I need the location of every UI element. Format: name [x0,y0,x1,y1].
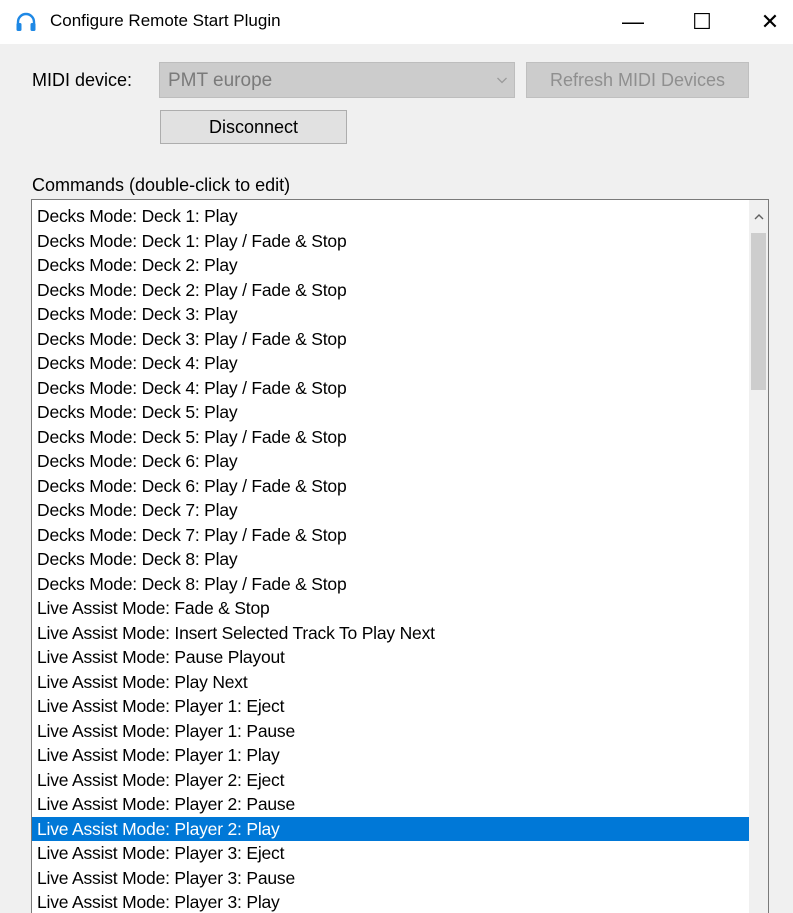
list-item[interactable]: Decks Mode: Deck 3: Play / Fade & Stop [32,327,750,352]
list-item[interactable]: Decks Mode: Deck 4: Play [32,351,750,376]
list-item[interactable]: Decks Mode: Deck 6: Play / Fade & Stop [32,474,750,499]
midi-device-label: MIDI device: [32,70,133,90]
scroll-thumb[interactable] [751,233,766,390]
close-button[interactable]: ✕ [740,0,793,44]
disconnect-button[interactable]: Disconnect [160,110,347,144]
maximize-button[interactable]: ☐ [672,0,732,44]
list-item[interactable]: Decks Mode: Deck 2: Play [32,253,750,278]
headphones-icon [16,12,36,31]
list-item[interactable]: Live Assist Mode: Player 2: Eject [32,768,750,793]
list-item[interactable]: Live Assist Mode: Player 3: Eject [32,841,750,866]
list-item[interactable]: Decks Mode: Deck 1: Play / Fade & Stop [32,229,750,254]
list-item[interactable]: Live Assist Mode: Player 1: Play [32,743,750,768]
list-item[interactable]: Live Assist Mode: Play Next [32,670,750,695]
list-item[interactable]: Live Assist Mode: Player 2: Play [32,816,750,841]
list-item[interactable]: Decks Mode: Deck 4: Play / Fade & Stop [32,376,750,401]
list-item[interactable]: Live Assist Mode: Player 3: Play [32,890,750,913]
maximize-icon: ☐ [692,9,712,34]
midi-device-value: PMT europe [168,70,273,91]
list-item[interactable]: Decks Mode: Deck 5: Play [32,400,750,425]
vertical-scrollbar[interactable] [749,200,768,913]
chevron-up-icon [754,214,763,220]
refresh-midi-devices-button[interactable]: Refresh MIDI Devices [526,62,749,98]
list-item[interactable]: Decks Mode: Deck 1: Play [32,204,750,229]
commands-label: Commands (double-click to edit) [32,175,291,195]
list-item[interactable]: Live Assist Mode: Player 1: Eject [32,694,750,719]
scroll-up-button[interactable] [749,204,768,230]
window-title: Configure Remote Start Plugin [50,11,281,30]
list-item[interactable]: Live Assist Mode: Player 3: Pause [32,866,750,891]
list-item[interactable]: Decks Mode: Deck 7: Play / Fade & Stop [32,523,750,548]
list-item[interactable]: Live Assist Mode: Player 2: Pause [32,792,750,817]
list-item[interactable]: Decks Mode: Deck 2: Play / Fade & Stop [32,278,750,303]
list-item[interactable]: Decks Mode: Deck 7: Play [32,498,750,523]
list-item[interactable]: Live Assist Mode: Pause Playout [32,645,750,670]
commands-list[interactable]: Decks Mode: Deck 1: Play Decks Mode: Deck… [31,199,769,913]
list-item[interactable]: Live Assist Mode: Player 1: Pause [32,719,750,744]
title-bar: Configure Remote Start Plugin — ☐ ✕ [0,0,793,44]
minimize-icon: — [622,9,644,34]
list-item[interactable]: Decks Mode: Deck 5: Play / Fade & Stop [32,425,750,450]
list-item[interactable]: Live Assist Mode: Insert Selected Track … [32,621,750,646]
chevron-down-icon [497,77,507,84]
list-item[interactable]: Live Assist Mode: Fade & Stop [32,596,750,621]
list-item[interactable]: Decks Mode: Deck 6: Play [32,449,750,474]
minimize-button[interactable]: — [603,0,663,44]
close-icon: ✕ [760,9,780,34]
list-item[interactable]: Decks Mode: Deck 8: Play [32,547,750,572]
list-item[interactable]: Decks Mode: Deck 8: Play / Fade & Stop [32,572,750,597]
commands-list-rows: Decks Mode: Deck 1: Play Decks Mode: Deck… [32,204,750,913]
list-item[interactable]: Decks Mode: Deck 3: Play [32,302,750,327]
midi-device-select[interactable]: PMT europe [159,62,515,98]
